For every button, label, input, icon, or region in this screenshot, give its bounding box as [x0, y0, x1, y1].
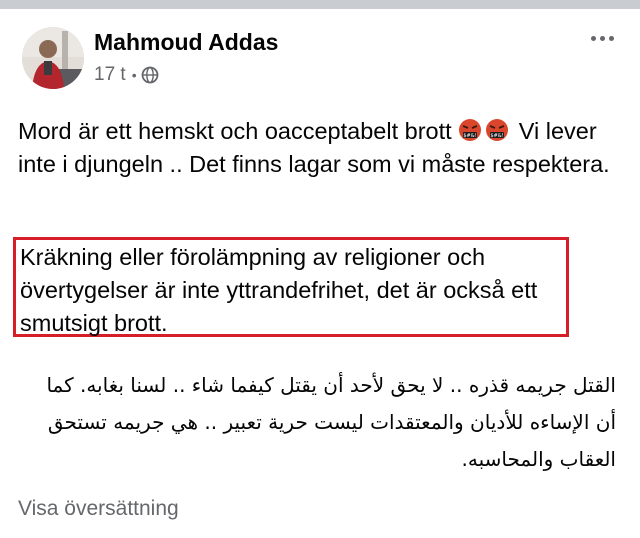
- post-meta: 17 t •: [94, 64, 159, 86]
- meta-separator: •: [131, 67, 137, 83]
- globe-icon[interactable]: [141, 66, 159, 84]
- post-arabic-text: القتل جريمه قذره .. لا يحق لأحد أن يقتل …: [46, 373, 616, 471]
- see-translation-link[interactable]: Visa översättning: [18, 497, 179, 521]
- paragraph-1-start: Mord är ett hemskt och oacceptabelt brot…: [18, 118, 452, 144]
- author-name[interactable]: Mahmoud Addas: [94, 29, 278, 56]
- post-paragraph-2: Kräkning eller förolämpning av religione…: [20, 244, 538, 336]
- more-options-icon[interactable]: [591, 36, 614, 41]
- post-timestamp[interactable]: 17 t: [94, 64, 126, 86]
- svg-text:$#&!: $#&!: [491, 133, 504, 139]
- svg-text:$#&!: $#&!: [464, 133, 477, 139]
- avatar[interactable]: [22, 27, 84, 89]
- feed-divider: [0, 0, 640, 9]
- angry-emoji-icon: $#&!: [458, 118, 482, 142]
- angry-emoji-icon: $#&!: [485, 118, 509, 142]
- post-paragraph-1: Mord är ett hemskt och oacceptabelt brot…: [18, 115, 618, 181]
